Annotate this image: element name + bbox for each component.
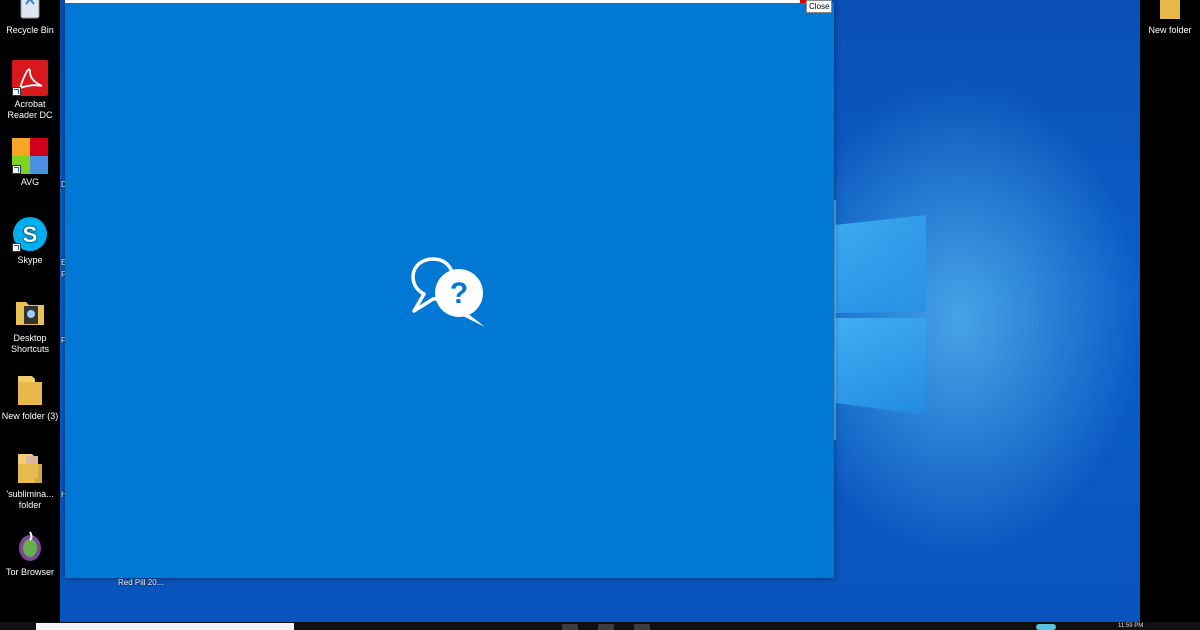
desktop-icon-label: New folder: [1148, 25, 1192, 35]
close-button[interactable]: Close: [806, 0, 833, 13]
desktop-icon-tor-browser[interactable]: Tor Browser: [0, 528, 60, 578]
tray-network-icon[interactable]: [1036, 624, 1056, 630]
tray-clock[interactable]: 11:59 PM: [1118, 622, 1143, 630]
taskbar-app-button[interactable]: [598, 624, 614, 630]
folder-icon: [1152, 0, 1188, 22]
desktop-icon-label: Recycle Bin: [6, 25, 54, 35]
tor-icon: [12, 528, 48, 564]
svg-text:S: S: [23, 222, 38, 247]
desktop-icon-recycle-bin[interactable]: Recycle Bin: [0, 0, 60, 36]
desktop-icon-label: 'sublimina... folder: [6, 489, 54, 510]
desktop-icon-subliminal-folder[interactable]: 'sublimina... folder: [0, 450, 60, 511]
taskbar-app-button[interactable]: [562, 624, 578, 630]
window-title-strip: [65, 0, 803, 3]
folder-icon: [12, 294, 48, 330]
desktop-icon-label: Desktop Shortcuts: [10, 333, 50, 354]
desktop-icon-new-folder-3[interactable]: New folder (3): [0, 372, 60, 422]
desktop-icon-label: Tor Browser: [5, 567, 54, 577]
taskbar-search-box[interactable]: [36, 623, 294, 630]
acrobat-icon: [12, 60, 48, 96]
desktop-icon-label: Acrobat Reader DC: [7, 99, 53, 120]
desktop-icon-avg[interactable]: AVG: [0, 138, 60, 188]
desktop-icon-label: New folder (3): [1, 411, 59, 421]
desktop-icon-desktop-shortcuts[interactable]: Desktop Shortcuts: [0, 294, 60, 355]
shortcut-arrow-icon: [12, 243, 21, 252]
recycle-bin-icon: [12, 0, 48, 22]
avg-icon: [12, 138, 48, 174]
desktop-icon-acrobat-reader[interactable]: Acrobat Reader DC: [0, 60, 60, 121]
desktop-icon-label-red-pill[interactable]: Red Pill 20...: [118, 578, 163, 587]
skype-icon: S: [12, 216, 48, 252]
desktop-icon-skype[interactable]: S Skype: [0, 216, 60, 266]
close-accent: [800, 0, 805, 3]
desktop-icon-label: Skype: [17, 255, 43, 265]
taskbar-app-button[interactable]: [634, 624, 650, 630]
desktop-icon-label: AVG: [20, 177, 40, 187]
shortcut-arrow-icon: [12, 165, 21, 174]
svg-text:?: ?: [450, 277, 468, 310]
shortcut-arrow-icon: [12, 87, 21, 96]
folder-icon: [12, 372, 48, 408]
get-help-window: ?: [65, 2, 834, 578]
chat-question-icon: ?: [411, 257, 485, 327]
folder-icon: [12, 450, 48, 486]
desktop-icon-new-folder[interactable]: New folder: [1140, 0, 1200, 36]
